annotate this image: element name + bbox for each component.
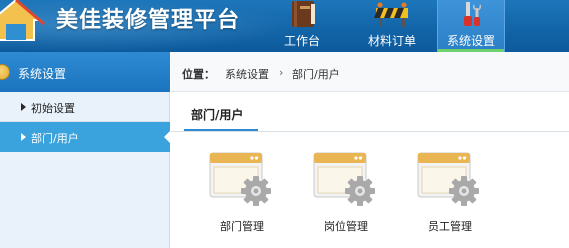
sidebar-heading-label: 系统设置 (18, 67, 67, 81)
breadcrumb-prefix: 位置： (182, 68, 215, 81)
tile-label: 员工管理 (428, 220, 472, 233)
tile-position-management[interactable]: 岗位管理 (310, 141, 382, 236)
sidebar-item-label: 初始设置 (31, 102, 75, 115)
nav-workbench[interactable]: 工作台 (268, 0, 336, 52)
breadcrumb: 位置： 系统设置 › 部门/用户 (171, 52, 569, 92)
sidebar-item-initial-settings[interactable]: 初始设置 (0, 92, 170, 122)
house-logo-icon (0, 0, 45, 41)
sidebar-item-label: 部门/用户 (31, 132, 79, 145)
nav-material-orders-label: 材料订单 (367, 34, 416, 48)
tile-department-management[interactable]: 部门管理 (206, 141, 278, 236)
nav-system-settings[interactable]: 系统设置 (437, 0, 505, 52)
breadcrumb-item-system-settings[interactable]: 系统设置 (225, 66, 269, 82)
nav-system-settings-label: 系统设置 (446, 34, 495, 48)
sidebar: 系统设置 初始设置 部门/用户 (0, 52, 171, 248)
construction-barrier-icon (374, 2, 408, 27)
book-icon (292, 1, 315, 27)
sidebar-heading: 系统设置 (0, 52, 170, 92)
gear-badge-icon (0, 64, 10, 80)
caret-right-icon (21, 103, 26, 111)
section-tab-title[interactable]: 部门/用户 (191, 106, 243, 123)
window-gear-icon (417, 152, 480, 207)
tab-divider (171, 131, 569, 132)
tile-label: 岗位管理 (324, 220, 368, 233)
nav-workbench-label: 工作台 (283, 34, 320, 48)
nav-material-orders[interactable]: 材料订单 (358, 0, 426, 52)
window-gear-icon (209, 152, 272, 207)
app-title: 美佳装修管理平台 (56, 8, 241, 33)
top-header: 美佳装修管理平台 工作台 材料订单 系统设置 (0, 0, 569, 52)
tools-icon (464, 2, 481, 26)
sidebar-item-department-users[interactable]: 部门/用户 (0, 122, 171, 152)
breadcrumb-separator: › (279, 66, 284, 79)
window-gear-icon (313, 152, 376, 207)
tile-label: 部门管理 (220, 220, 264, 233)
caret-right-icon (21, 133, 26, 141)
tile-employee-management[interactable]: 员工管理 (414, 141, 486, 236)
breadcrumb-item-department-users: 部门/用户 (292, 68, 340, 81)
